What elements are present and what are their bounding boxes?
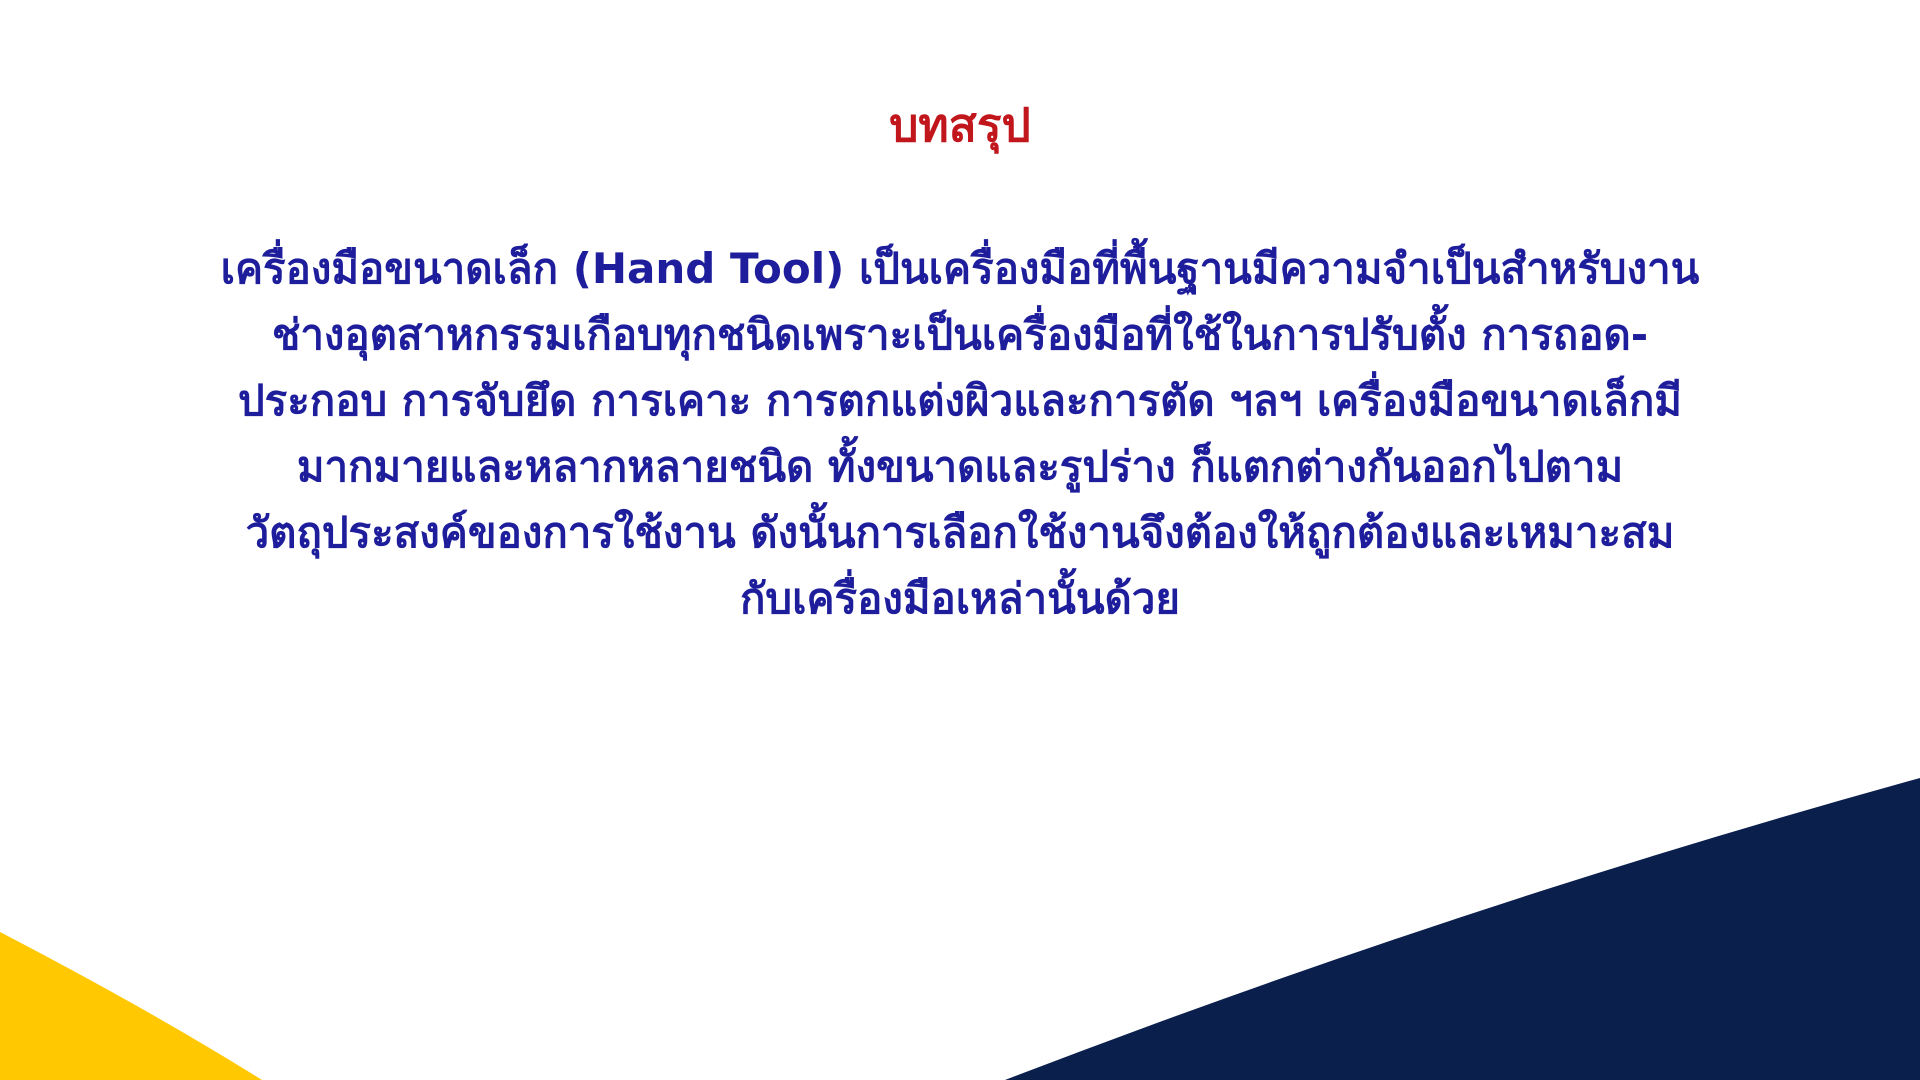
- summary-line-3: ประกอบ การจับยึด การเคาะ การตกแต่งผิวและ…: [238, 376, 1682, 425]
- slide: บทสรุป เครื่องมือขนาดเล็ก (Hand Tool) เป…: [0, 0, 1920, 1080]
- summary-line-5: วัตถุประสงค์ของการใช้งาน ดังนั้นการเลือก…: [245, 508, 1675, 557]
- summary-line-6: กับเครื่องมือเหล่านั้นด้วย: [740, 574, 1180, 623]
- summary-paragraph: เครื่องมือขนาดเล็ก (Hand Tool) เป็นเครื่…: [110, 236, 1810, 632]
- yellow-wave-shape: [0, 932, 262, 1080]
- summary-line-2: ช่างอุตสาหกรรมเกือบทุกชนิดเพราะเป็นเครื่…: [271, 310, 1649, 359]
- summary-line-1: เครื่องมือขนาดเล็ก (Hand Tool) เป็นเครื่…: [220, 244, 1700, 293]
- navy-wave-shape: [1005, 778, 1920, 1080]
- slide-title: บทสรุป: [889, 98, 1031, 152]
- summary-line-4: มากมายและหลากหลายชนิด ทั้งขนาดและรูปร่าง…: [296, 442, 1624, 491]
